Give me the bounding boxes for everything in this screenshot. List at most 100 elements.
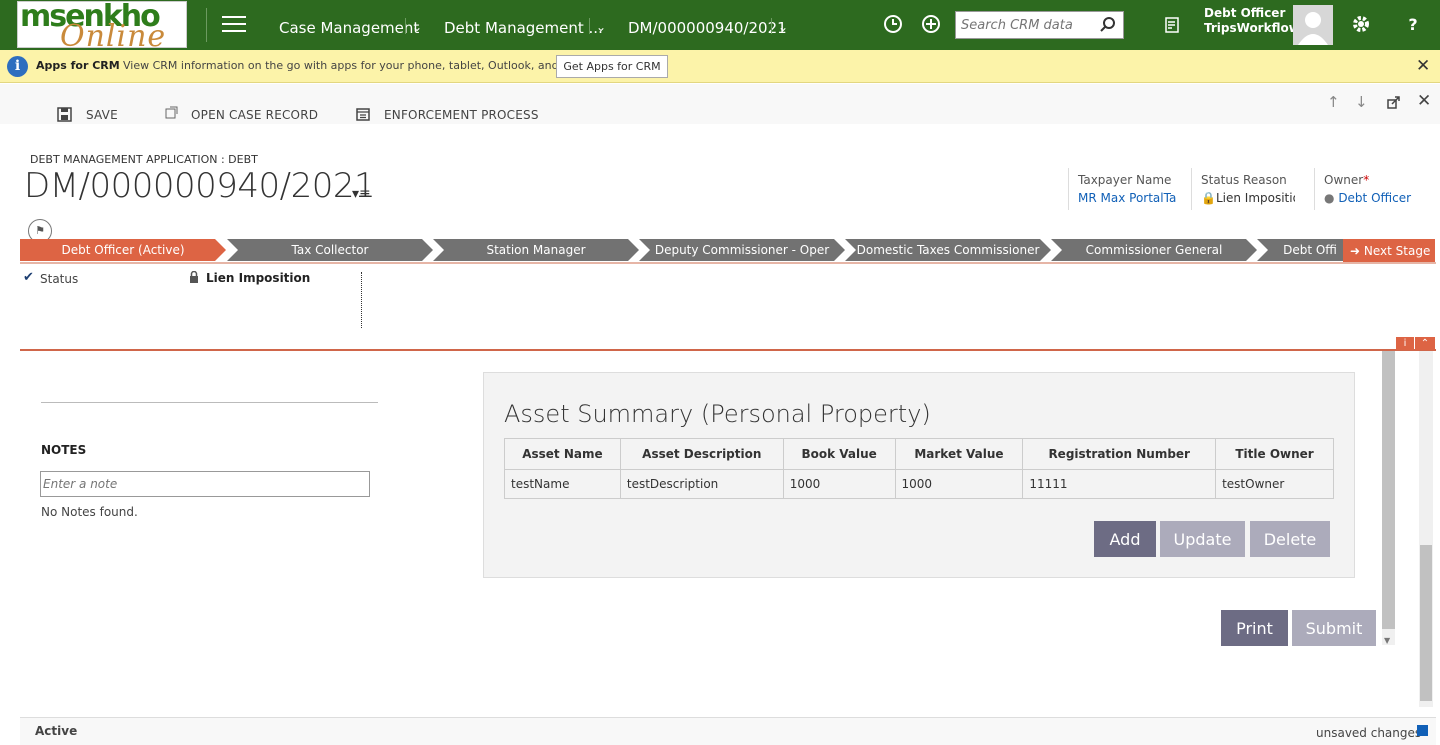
arrow-right-icon: ➜ xyxy=(1350,244,1361,258)
help-icon[interactable]: ? xyxy=(1402,14,1424,36)
note-input-box xyxy=(40,471,370,497)
owner-row: ● Debt Officer xyxy=(1324,191,1426,205)
form-selector-icon[interactable]: ▾≡ xyxy=(352,186,371,202)
taxpayer-value[interactable]: MR Max PortalTa xyxy=(1078,191,1186,205)
popout-icon[interactable] xyxy=(1387,96,1400,109)
asset-summary-title: Asset Summary (Personal Property) xyxy=(504,400,931,428)
column-header: Registration Number xyxy=(1022,438,1217,470)
header-field-taxpayer: Taxpayer Name MR Max PortalTa xyxy=(1068,168,1186,210)
add-button[interactable]: Add xyxy=(1094,521,1156,557)
owner-label: Owner xyxy=(1324,173,1364,187)
user-info[interactable]: Debt Officer TripsWorkflow xyxy=(1204,6,1300,36)
command-bar: SAVE OPEN CASE RECORD ENFORCEMENT PROCES… xyxy=(0,84,1440,124)
column-header: Book Value xyxy=(782,438,896,470)
nav-divider xyxy=(771,18,772,34)
close-form-icon[interactable]: ✕ xyxy=(1417,91,1431,111)
search-input[interactable] xyxy=(956,12,1096,38)
cell-registration-number: 11111 xyxy=(1022,469,1217,499)
submit-button[interactable]: Submit xyxy=(1292,610,1376,646)
column-header: Market Value xyxy=(894,438,1024,470)
close-icon[interactable]: ✕ xyxy=(1416,56,1430,76)
info-icon[interactable]: i xyxy=(1396,337,1414,350)
search-icon[interactable] xyxy=(1099,16,1117,34)
stage-debt-officer[interactable]: Debt Officer (Active) xyxy=(20,239,226,261)
info-icon: i xyxy=(7,56,28,77)
chevron-down-icon[interactable]: ⌄ xyxy=(596,20,606,34)
cell-asset-description: testDescription xyxy=(619,469,784,499)
stage-underline xyxy=(20,262,1436,264)
cell-asset-name: testName xyxy=(504,469,621,499)
page-scrollbar[interactable] xyxy=(1419,351,1433,707)
delete-button[interactable]: Delete xyxy=(1250,521,1330,557)
nav-debt-management[interactable]: Debt Management ... xyxy=(444,19,603,37)
cell-book-value: 1000 xyxy=(782,469,896,499)
nav-record[interactable]: DM/000000940/2021 xyxy=(628,19,787,37)
advanced-find-icon[interactable] xyxy=(1162,15,1184,37)
hamburger-menu-icon[interactable] xyxy=(222,16,246,34)
note-input[interactable] xyxy=(41,472,369,496)
get-apps-button[interactable]: Get Apps for CRM xyxy=(556,55,668,78)
logo-script-text: Online xyxy=(60,19,167,48)
save-icon xyxy=(57,107,72,122)
next-stage-label: Next Stage xyxy=(1363,244,1431,258)
page-title: DM/000000940/2021 xyxy=(24,166,376,206)
print-button[interactable]: Print xyxy=(1221,610,1288,646)
user-icon: ● xyxy=(1324,191,1335,205)
notice-title: Apps for CRM xyxy=(36,59,120,72)
chevron-down-icon[interactable]: ⌄ xyxy=(412,20,422,34)
stage-tax-collector[interactable]: Tax Collector xyxy=(227,239,433,261)
checkmark-icon: ✔ xyxy=(23,270,34,285)
header-field-status-reason: Status Reason 🔒Lien Impositio xyxy=(1191,168,1295,210)
recent-history-icon[interactable] xyxy=(882,14,904,36)
arrow-down-icon[interactable]: ↓ xyxy=(1355,93,1368,111)
owner-value[interactable]: Debt Officer xyxy=(1338,191,1411,205)
notes-divider xyxy=(41,402,378,403)
save-button[interactable]: SAVE xyxy=(86,108,118,122)
user-role: Debt Officer xyxy=(1204,6,1286,20)
next-stage-button[interactable]: ➜ Next Stage xyxy=(1343,239,1435,263)
update-button[interactable]: Update xyxy=(1160,521,1245,557)
scrollbar-thumb[interactable] xyxy=(1420,545,1432,701)
lock-icon xyxy=(190,271,198,283)
chevron-down-icon[interactable]: ⌄ xyxy=(778,20,788,34)
lock-icon: 🔒 xyxy=(1201,191,1216,205)
record-status: Active xyxy=(35,724,78,738)
inner-scrollbar[interactable]: ▼ xyxy=(1382,351,1395,645)
stage-commissioner-general[interactable]: Commissioner General xyxy=(1051,239,1257,261)
status-reason-row: 🔒Lien Impositio xyxy=(1201,191,1295,205)
required-marker: * xyxy=(1363,173,1370,187)
header-field-owner: Owner* ● Debt Officer xyxy=(1314,168,1426,210)
nav-case-management[interactable]: Case Management xyxy=(279,19,419,37)
arrow-up-icon[interactable]: ↑ xyxy=(1327,93,1340,111)
calendar-icon xyxy=(356,108,370,121)
user-avatar[interactable] xyxy=(1293,5,1333,45)
create-new-icon[interactable] xyxy=(920,14,942,36)
collapse-icon[interactable]: ⌃ xyxy=(1415,337,1435,350)
stage-deputy-commissioner[interactable]: Deputy Commissioner - Oper xyxy=(639,239,845,261)
owner-label-row: Owner* xyxy=(1324,173,1426,187)
scroll-down-icon[interactable]: ▼ xyxy=(1384,636,1390,645)
status-reason-value: Lien Impositio xyxy=(1215,191,1295,205)
open-case-record-button[interactable]: OPEN CASE RECORD xyxy=(191,108,318,122)
cell-market-value: 1000 xyxy=(894,469,1024,499)
msenkho-online-logo[interactable]: msenkho Online xyxy=(17,1,187,48)
taxpayer-label: Taxpayer Name xyxy=(1078,173,1172,187)
step-divider xyxy=(361,272,362,328)
column-header: Asset Name xyxy=(504,438,621,470)
no-notes-message: No Notes found. xyxy=(41,505,138,519)
enforcement-process-button[interactable]: ENFORCEMENT PROCESS xyxy=(384,108,539,122)
scrollbar-thumb[interactable] xyxy=(1382,351,1395,629)
table-header-row: Asset Name Asset Description Book Value … xyxy=(504,438,1334,470)
table-row[interactable]: testName testDescription 1000 1000 11111… xyxy=(504,469,1334,499)
notes-heading: NOTES xyxy=(41,443,87,457)
column-header: Asset Description xyxy=(619,438,784,470)
section-divider xyxy=(20,349,1436,351)
status-bar: Active unsaved changes xyxy=(20,717,1436,745)
step-value: Lien Imposition xyxy=(206,271,311,285)
stage-station-manager[interactable]: Station Manager xyxy=(433,239,639,261)
column-header: Title Owner xyxy=(1215,438,1334,470)
gear-icon[interactable] xyxy=(1350,14,1372,36)
user-workflow: TripsWorkflow xyxy=(1204,21,1300,35)
save-icon[interactable] xyxy=(1417,725,1428,736)
stage-domestic-taxes-commissioner[interactable]: Domestic Taxes Commissioner xyxy=(845,239,1051,261)
